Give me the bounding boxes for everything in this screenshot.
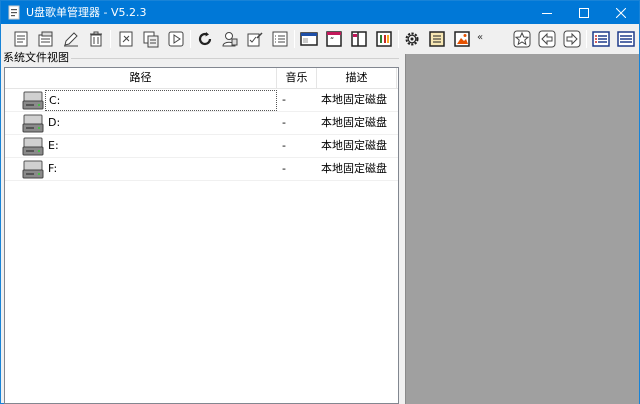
check-edit-icon xyxy=(247,32,263,47)
column-header-music[interactable]: 音乐 xyxy=(277,68,317,89)
drive-icon xyxy=(22,91,44,110)
image-button[interactable] xyxy=(452,29,472,49)
toolbar: “ « xyxy=(1,24,639,54)
split-view-icon xyxy=(351,31,367,47)
cell-music: - xyxy=(282,93,286,106)
back-button[interactable] xyxy=(537,29,557,49)
forward-button[interactable] xyxy=(562,29,582,49)
edit-icon xyxy=(64,32,78,47)
color-bars-button[interactable] xyxy=(374,29,394,49)
settings-button[interactable] xyxy=(402,29,422,49)
details-icon xyxy=(592,31,610,47)
cell-description: 本地固定磁盘 xyxy=(321,116,387,129)
details-view-button[interactable] xyxy=(591,29,611,49)
image-icon xyxy=(454,31,470,47)
clip-icon xyxy=(119,31,133,47)
window-title: U盘歌单管理器 - V5.2.3 xyxy=(26,6,147,19)
drive-list[interactable]: 路径 音乐 描述 C: - 本地固定磁盘 D: - 本地固定磁盘 E: - 本地… xyxy=(4,67,399,404)
window-icon xyxy=(300,32,318,46)
toolbar-separator xyxy=(586,30,587,48)
list-item[interactable]: C: - 本地固定磁盘 xyxy=(5,89,398,112)
maximize-button[interactable] xyxy=(566,1,602,24)
title-bar[interactable]: U盘歌单管理器 - V5.2.3 xyxy=(1,1,639,24)
svg-text:“: “ xyxy=(330,36,334,45)
back-icon xyxy=(538,30,556,48)
delete-button[interactable] xyxy=(86,29,106,49)
cell-path: D: xyxy=(48,116,61,129)
delete-icon xyxy=(90,31,102,47)
clip-button[interactable] xyxy=(116,29,136,49)
refresh-button[interactable] xyxy=(195,29,215,49)
color-bars-icon xyxy=(376,31,392,47)
system-file-view-label: 系统文件视图 xyxy=(3,51,71,64)
list-button[interactable] xyxy=(270,29,290,49)
split-view-button[interactable] xyxy=(349,29,369,49)
new-playlist-button[interactable] xyxy=(11,29,31,49)
list-view-icon xyxy=(617,31,635,47)
favorite-button[interactable] xyxy=(512,29,532,49)
drive-icon xyxy=(22,137,44,156)
notes-button[interactable] xyxy=(427,29,447,49)
list-item[interactable]: F: - 本地固定磁盘 xyxy=(5,158,398,181)
drive-icon xyxy=(22,160,44,179)
list-item[interactable]: E: - 本地固定磁盘 xyxy=(5,135,398,158)
content-panel xyxy=(405,54,639,404)
quote-icon: “ xyxy=(326,31,342,47)
cell-music: - xyxy=(282,162,286,175)
copy-button[interactable] xyxy=(141,29,161,49)
cell-description: 本地固定磁盘 xyxy=(321,139,387,152)
list-item[interactable]: D: - 本地固定磁盘 xyxy=(5,112,398,135)
toolbar-separator xyxy=(110,30,111,48)
toolbar-separator xyxy=(398,30,399,48)
cell-description: 本地固定磁盘 xyxy=(321,93,387,106)
user-button[interactable] xyxy=(220,29,240,49)
app-window: U盘歌单管理器 - V5.2.3 “ « 系统文件视图 路径 音乐 描述 C: … xyxy=(0,0,640,404)
app-logo-icon xyxy=(8,5,20,20)
cell-path: E: xyxy=(48,139,59,152)
play-icon xyxy=(168,31,184,47)
maximize-icon xyxy=(579,7,589,18)
toolbar-separator xyxy=(294,30,295,48)
window-button[interactable] xyxy=(299,29,319,49)
close-button[interactable] xyxy=(603,1,639,24)
group-divider xyxy=(65,58,399,59)
gear-icon xyxy=(405,32,419,46)
column-header-description[interactable]: 描述 xyxy=(317,68,397,89)
minimize-button[interactable] xyxy=(529,1,565,24)
user-icon xyxy=(222,32,238,47)
toolbar-overflow-chevron[interactable]: « xyxy=(477,33,483,43)
list-header: 路径 音乐 描述 xyxy=(5,68,398,89)
list-view-button[interactable] xyxy=(616,29,636,49)
cell-music: - xyxy=(282,116,286,129)
notes-icon xyxy=(429,31,445,47)
close-icon xyxy=(616,7,626,18)
toolbar-separator xyxy=(190,30,191,48)
cell-description: 本地固定磁盘 xyxy=(321,162,387,175)
forward-icon xyxy=(563,30,581,48)
cell-path: F: xyxy=(48,162,58,175)
check-edit-button[interactable] xyxy=(245,29,265,49)
cell-music: - xyxy=(282,139,286,152)
drive-icon xyxy=(22,114,44,133)
copy-icon xyxy=(143,31,159,48)
cell-path: C: xyxy=(45,90,277,111)
refresh-icon xyxy=(198,32,212,46)
quote-button[interactable]: “ xyxy=(324,29,344,49)
open-playlist-button[interactable] xyxy=(36,29,56,49)
column-header-path[interactable]: 路径 xyxy=(5,68,277,89)
open-playlist-icon xyxy=(38,31,53,47)
new-playlist-icon xyxy=(14,31,28,47)
edit-button[interactable] xyxy=(61,29,81,49)
list-icon xyxy=(272,31,288,47)
minimize-icon xyxy=(542,12,552,14)
star-icon xyxy=(513,30,531,48)
play-button[interactable] xyxy=(166,29,186,49)
